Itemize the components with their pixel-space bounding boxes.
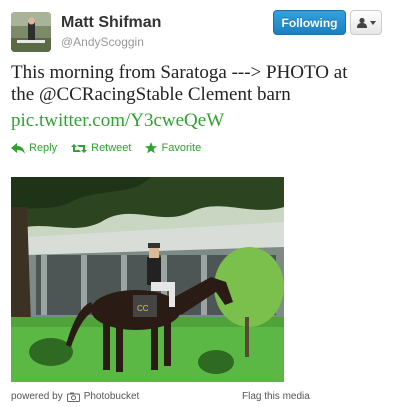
powered-by: powered by Photobucket (11, 391, 139, 402)
reply-icon (11, 142, 25, 154)
tweet-actions: Reply Retweet Favorite (11, 142, 201, 154)
saddle-cloth-text: CC (137, 304, 149, 313)
favorite-label: Favorite (161, 142, 202, 154)
camera-icon (66, 392, 80, 402)
following-button-label: Following (281, 15, 338, 30)
media-photo[interactable]: CC (11, 177, 284, 382)
powered-by-label: powered by (11, 391, 63, 402)
retweet-icon (71, 143, 88, 153)
reply-label: Reply (29, 142, 58, 154)
avatar-image (11, 12, 51, 52)
tweet-text: This morning from Saratoga ---> PHOTO at… (11, 62, 386, 106)
favorite-action[interactable]: Favorite (145, 142, 201, 154)
tweet-text-line-2: the @CCRacingStable Clement barn (11, 84, 291, 105)
chevron-down-icon (370, 20, 376, 25)
display-name[interactable]: Matt Shifman (61, 14, 161, 32)
star-icon (145, 142, 158, 154)
user-icon (357, 17, 367, 28)
horse-barn-photo: CC (11, 177, 284, 382)
retweet-action[interactable]: Retweet (71, 142, 131, 154)
following-button[interactable]: Following (273, 10, 346, 35)
reply-action[interactable]: Reply (11, 142, 57, 154)
user-actions-dropdown-button[interactable] (350, 10, 382, 35)
retweet-label: Retweet (91, 142, 132, 154)
media-link[interactable]: pic.twitter.com/Y3cweQeW (11, 110, 224, 132)
avatar[interactable] (11, 12, 51, 52)
screen-name[interactable]: @AndyScoggin (61, 35, 144, 49)
flag-media-link[interactable]: Flag this media (242, 391, 310, 402)
tweet-text-line-1: This morning from Saratoga ---> PHOTO at (11, 62, 348, 83)
photobucket-link[interactable]: Photobucket (84, 391, 140, 402)
